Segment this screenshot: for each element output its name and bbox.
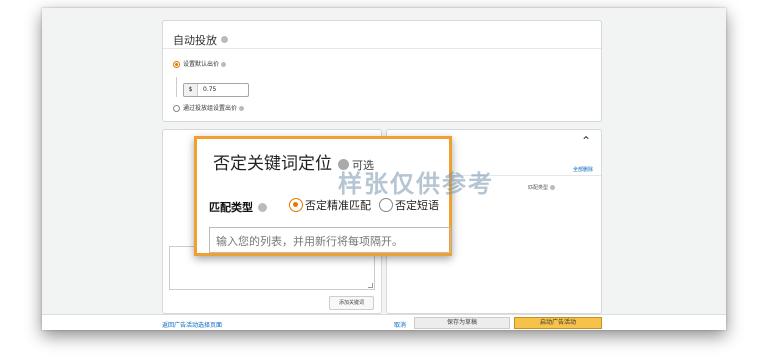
info-icon[interactable] [221, 36, 228, 43]
resize-handle-icon[interactable] [368, 283, 373, 288]
back-to-campaign-link[interactable]: 返回广告活动选择页面 [162, 320, 222, 329]
group-bid-radio[interactable] [173, 105, 180, 112]
currency-symbol: $ [184, 84, 198, 96]
save-draft-button[interactable]: 保存为草稿 [414, 317, 510, 329]
campaign-screenshot: 自动投放 设置默认出价 $0.75 通过投放组设置出价 添加关键词 ⌃ 全部删除… [42, 8, 726, 330]
auto-targeting-card: 自动投放 设置默认出价 $0.75 通过投放组设置出价 [162, 20, 602, 122]
negative-keyword-input[interactable]: 输入您的列表，并用新行将每项隔开。 [209, 227, 451, 253]
match-type-text: 匹配类型 [209, 201, 253, 214]
negative-phrase-label: 否定短语 [395, 199, 439, 212]
auto-targeting-title: 自动投放 [173, 34, 217, 47]
negative-exact-label: 否定精准匹配 [305, 199, 371, 212]
default-bid-value: 0.75 [203, 86, 217, 93]
launch-campaign-button[interactable]: 启动广告活动 [514, 317, 602, 329]
negative-targeting-title-text: 否定关键词定位 [213, 154, 332, 174]
cancel-link[interactable]: 取消 [394, 320, 406, 329]
default-bid-input[interactable]: $0.75 [183, 83, 249, 97]
default-bid-option[interactable]: 设置默认出价 [173, 59, 227, 68]
match-type-column-header: 匹配类型 [528, 184, 555, 191]
default-bid-label: 设置默认出价 [183, 61, 220, 68]
match-type-label: 匹配类型 [209, 199, 267, 215]
add-keywords-button[interactable]: 添加关键词 [329, 296, 374, 310]
info-icon[interactable] [258, 203, 267, 212]
negative-phrase-radio[interactable] [379, 198, 393, 212]
group-bid-label: 通过投放组设置出价 [183, 105, 238, 112]
info-icon[interactable] [221, 62, 227, 67]
remove-all-link[interactable]: 全部删除 [573, 166, 593, 173]
info-icon[interactable] [550, 185, 555, 190]
match-type-column-label: 匹配类型 [527, 185, 548, 191]
group-bid-option[interactable]: 通过投放组设置出价 [173, 103, 245, 112]
bid-indent-line [176, 77, 177, 97]
watermark: 样张仅供参考 [338, 170, 494, 198]
footer-bar: 返回广告活动选择页面 取消 保存为草稿 启动广告活动 [42, 314, 726, 330]
negative-exact-radio[interactable] [289, 198, 303, 212]
default-bid-radio[interactable] [173, 61, 180, 68]
info-icon[interactable] [239, 106, 245, 111]
auto-targeting-header: 自动投放 [163, 21, 601, 49]
negative-phrase-option[interactable]: 否定短语 [379, 197, 439, 213]
negative-exact-option[interactable]: 否定精准匹配 [289, 197, 371, 213]
chevron-up-icon[interactable]: ⌃ [581, 134, 591, 148]
